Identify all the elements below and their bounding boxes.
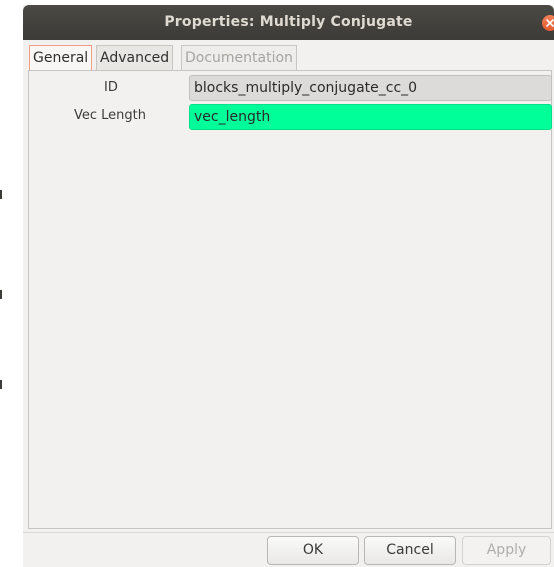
tab-general[interactable]: General — [29, 45, 93, 70]
background-edge-mark — [0, 290, 2, 299]
tab-advanced[interactable]: Advanced — [96, 45, 174, 70]
close-icon[interactable] — [542, 15, 554, 31]
id-label: ID — [104, 80, 118, 95]
window-title: Properties: Multiply Conjugate — [164, 14, 413, 30]
vec-length-label: Vec Length — [74, 108, 147, 123]
vec-length-field[interactable]: vec_length — [189, 104, 552, 130]
apply-button[interactable]: Apply — [462, 536, 551, 565]
id-field[interactable]: blocks_multiply_conjugate_cc_0 — [189, 75, 552, 101]
button-separator — [23, 532, 554, 533]
background-edge-mark — [0, 380, 2, 389]
background-edge-mark — [0, 190, 2, 199]
tab-documentation[interactable]: Documentation — [181, 45, 297, 70]
general-tab-panel: ID blocks_multiply_conjugate_cc_0 Vec Le… — [28, 70, 552, 529]
cancel-button[interactable]: Cancel — [364, 536, 456, 565]
title-bar: Properties: Multiply Conjugate — [23, 5, 554, 40]
ok-button[interactable]: OK — [267, 536, 359, 565]
properties-dialog: Properties: Multiply Conjugate General A… — [23, 5, 554, 567]
